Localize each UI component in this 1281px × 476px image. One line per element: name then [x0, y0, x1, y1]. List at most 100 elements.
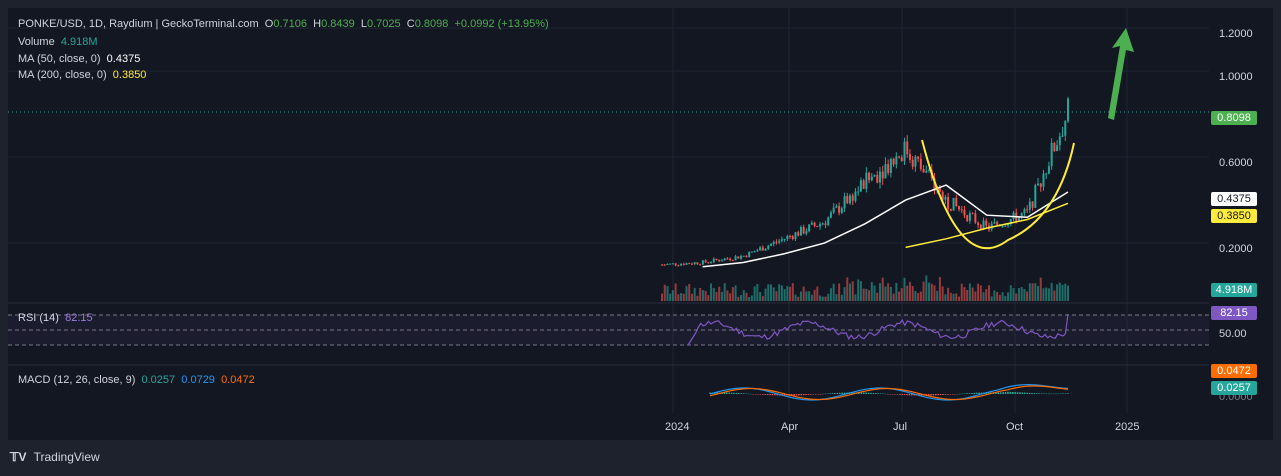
- time-tick-apr: Apr: [781, 421, 799, 433]
- macd-hist-bar: [906, 394, 908, 396]
- candle-body: [919, 158, 922, 169]
- candle-body: [949, 208, 952, 211]
- legend-ma200[interactable]: MA (200, close, 0) 0.3850: [18, 69, 146, 81]
- candle-body: [958, 206, 961, 210]
- candle-body: [729, 258, 732, 260]
- price-tick-2: 1.0000: [1219, 71, 1253, 83]
- candle-body: [769, 244, 772, 246]
- volume-bar: [740, 294, 743, 301]
- volume-bar: [985, 289, 988, 301]
- macd-hist-bar: [1050, 393, 1052, 395]
- volume-bar: [936, 290, 939, 301]
- volume-bar: [666, 286, 669, 301]
- candle-body: [797, 232, 800, 236]
- volume-bar: [862, 288, 865, 301]
- volume-bar: [720, 291, 723, 301]
- macd-hist-bar: [1043, 393, 1045, 395]
- macd-hist-bar: [937, 394, 940, 396]
- candle-body: [759, 247, 762, 251]
- macd-hist-bar: [836, 392, 839, 394]
- volume-bar: [810, 294, 813, 301]
- volume-bar: [990, 296, 993, 301]
- volume-bar: [987, 285, 990, 301]
- macd-hist-bar: [973, 392, 976, 394]
- macd-hist-bar: [865, 392, 867, 394]
- macd-hist-bar: [997, 392, 1000, 394]
- candle-body: [851, 195, 854, 201]
- candle-body: [829, 212, 832, 218]
- rsi-label: RSI (14): [18, 312, 59, 324]
- candle-body: [707, 262, 710, 264]
- candle-body: [731, 259, 734, 261]
- macd-hist-bar: [822, 393, 824, 395]
- volume-bar: [712, 288, 715, 301]
- candle-body: [761, 247, 764, 251]
- candle-body: [712, 258, 715, 263]
- volume-bar: [949, 292, 952, 301]
- candle-body: [1001, 226, 1004, 228]
- volume-bar: [710, 283, 713, 301]
- volume-bar: [952, 293, 955, 301]
- volume-bar: [870, 282, 873, 301]
- volume-bar: [908, 281, 911, 301]
- macd-hist-bar: [963, 393, 966, 394]
- macd-hist-bar: [838, 392, 841, 394]
- candle-body: [993, 222, 996, 224]
- legend-ma50[interactable]: MA (50, close, 0) 0.4375: [18, 53, 140, 65]
- candle-body: [794, 232, 797, 240]
- candle-body: [898, 156, 901, 158]
- legend-volume[interactable]: Volume 4.918M: [18, 36, 98, 48]
- volume-bar: [756, 283, 759, 301]
- macd-hist-bar: [901, 394, 904, 395]
- rsi-legend[interactable]: RSI (14) 82.15: [18, 312, 93, 324]
- candle-body: [960, 209, 963, 211]
- volume-bar: [922, 281, 925, 301]
- volume-bar: [764, 288, 767, 301]
- macd-hist-bar: [1014, 392, 1016, 394]
- high-label: H: [313, 18, 322, 30]
- volume-bar: [977, 283, 980, 301]
- macd-hist-bar: [891, 394, 894, 395]
- macd-hist-bar: [754, 394, 757, 395]
- candle-body: [748, 251, 751, 258]
- macd-hist-bar: [829, 393, 831, 394]
- candle-body: [917, 156, 920, 159]
- candle-body: [887, 164, 890, 173]
- volume-bar: [786, 286, 789, 301]
- volume-bar: [898, 291, 901, 301]
- candle-body: [895, 156, 898, 165]
- macd-hist-bar: [961, 393, 964, 395]
- macd-hist-bar: [1028, 392, 1031, 394]
- time-tick-2025: 2025: [1115, 421, 1140, 433]
- volume-bar: [1017, 288, 1020, 301]
- volume-bar: [884, 286, 887, 301]
- volume-bar: [731, 287, 734, 301]
- volume-badge: 4.918M: [1211, 283, 1257, 297]
- candle-body: [827, 217, 830, 225]
- macd-hist-bar: [1035, 393, 1038, 394]
- candle-body: [859, 180, 862, 192]
- candle-body: [944, 196, 947, 200]
- macd-hist-bar: [1009, 391, 1012, 394]
- macd-hist-bar: [752, 394, 755, 395]
- candle-body: [780, 239, 783, 241]
- macd-hist-bar: [800, 394, 803, 396]
- macd-hist-bar: [942, 394, 944, 395]
- rsi-badge: 82.15: [1211, 306, 1257, 320]
- tradingview-brand[interactable]: 𝕋V TradingView: [10, 450, 100, 464]
- macd-legend[interactable]: MACD (12, 26, close, 9) 0.0257 0.0729 0.…: [18, 374, 255, 386]
- macd-hist-bar: [899, 394, 901, 395]
- volume-bar: [772, 287, 775, 301]
- volume-bar: [917, 293, 920, 301]
- high-value: 0.8439: [321, 18, 355, 30]
- volume-bar: [813, 289, 816, 301]
- candle-body: [1058, 136, 1061, 146]
- volume-bar: [799, 291, 802, 301]
- macd-hist-bar: [1026, 392, 1028, 394]
- macd-hist-bar: [951, 394, 954, 395]
- ma200-label: MA (200, close, 0): [18, 69, 107, 81]
- volume-bar: [674, 283, 677, 301]
- volume-bar: [889, 286, 892, 301]
- volume-bar: [958, 296, 961, 301]
- volume-bar: [1009, 285, 1012, 301]
